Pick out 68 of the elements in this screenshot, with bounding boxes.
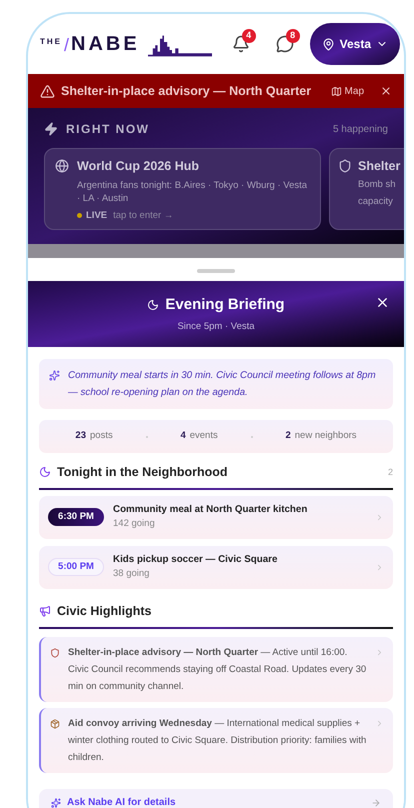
sparkles-icon: [49, 370, 60, 381]
sheet-title: Evening Briefing: [165, 295, 285, 316]
alert-text: Shelter-in-place advisory — North Quarter: [61, 82, 312, 100]
summary-text: Community meal starts in 30 min. Civic Council meeting follows at 8pm — school re-opening plan on the agenda.: [68, 369, 377, 400]
close-button[interactable]: [380, 85, 392, 97]
megaphone-icon: [39, 605, 51, 618]
event-row[interactable]: 6:30 PM Community meal at North Quarter kitchen 142 going: [39, 496, 393, 539]
card-description: capacity: [358, 194, 394, 209]
chevron-icon: [375, 718, 384, 728]
stat-label: new neighbors: [294, 429, 357, 444]
chevron-icon: [375, 512, 384, 522]
event-title: Kids pickup soccer — Civic Square: [113, 552, 278, 567]
happening-count: 5 happening: [332, 122, 388, 136]
section-count: 2: [388, 466, 393, 479]
chevron-icon: [375, 562, 384, 572]
card-description: Argentina fans tonight: B.Aires · Tokyo · Wburg · Vesta · LA · Austin: [77, 178, 308, 205]
arrow-right-icon: [371, 798, 381, 808]
event-card[interactable]: Shelter Bomb sh capacity: [329, 148, 404, 230]
warning-icon: [40, 84, 55, 98]
highlight-card[interactable]: Shelter-in-place advisory — North Quarter — Active until 16:00. Civic Council recommends staying off Coastal Road. Updates every 30 min on community channel.: [39, 636, 393, 702]
messages-button[interactable]: 8: [270, 29, 300, 59]
live-label: LIVE: [86, 208, 108, 223]
card-description: Bomb sh: [358, 178, 396, 192]
stat-value: 2: [285, 429, 291, 444]
shield-icon: [338, 159, 352, 173]
section-title: RIGHT NOW: [66, 121, 150, 138]
event-going: 142 going: [113, 517, 156, 532]
ask-ai-button[interactable]: Ask Nabe AI for details: [39, 788, 393, 808]
logo-text: THE: [40, 36, 62, 48]
map-button[interactable]: Map: [330, 84, 364, 98]
section-heading: Civic Highlights: [57, 602, 152, 620]
lightning-icon: [44, 122, 58, 136]
moon-icon: [39, 466, 51, 478]
location-button[interactable]: Vesta: [310, 23, 400, 65]
notifications-button[interactable]: 4: [226, 29, 256, 59]
notification-badge: 4: [242, 29, 256, 43]
stat-label: events: [190, 429, 218, 444]
chevron-icon: [375, 648, 384, 656]
card-title: Shelter: [358, 158, 400, 175]
package-icon: [50, 718, 60, 728]
card-action: tap to enter →: [113, 208, 174, 223]
highlight-card[interactable]: Aid convoy arriving Wednesday — International medical supplies + winter clothing routed to Civic Square. Distribution priority: families with children.: [39, 708, 393, 772]
logo-slash: /: [64, 36, 70, 54]
drag-handle[interactable]: [197, 269, 235, 273]
stat-value: 23: [75, 429, 86, 444]
highlight-text: Aid convoy arriving Wednesday — International medical supplies + winter clothing routed to Civic Square. Distribution priority: families with children.: [68, 716, 367, 764]
sparkles-icon: [51, 798, 61, 808]
card-title: World Cup 2026 Hub: [77, 158, 200, 175]
map-icon: [330, 86, 342, 96]
event-card[interactable]: World Cup 2026 Hub Argentina fans tonight: B.Aires · Tokyo · Wburg · Vesta · LA · Austin LIVE tap to enter →: [44, 148, 321, 230]
moon-icon: [147, 299, 160, 312]
time-pill: 6:30 PM: [48, 508, 104, 526]
time-pill: 5:00 PM: [48, 558, 104, 576]
stat-label: posts: [90, 429, 113, 444]
event-going: 38 going: [113, 567, 150, 582]
location-pin-icon: [322, 38, 335, 50]
skyline-icon: [148, 35, 212, 57]
sheet-subtitle: Since 5pm · Vesta: [177, 320, 255, 334]
event-title: Community meal at North Quarter kitchen: [113, 502, 308, 517]
stat-value: 4: [180, 429, 186, 444]
event-row[interactable]: 5:00 PM Kids pickup soccer — Civic Square 38 going: [39, 546, 393, 589]
message-badge: 8: [286, 29, 300, 43]
logo-text: NABE: [71, 34, 140, 54]
globe-icon: [55, 159, 69, 173]
close-button[interactable]: [375, 295, 390, 310]
section-heading: Tonight in the Neighborhood: [57, 464, 228, 481]
shield-icon: [50, 648, 60, 658]
highlight-text: Shelter-in-place advisory — North Quarter — Active until 16:00. Civic Council recommends staying off Coastal Road. Updates every 30 min on community channel.: [68, 646, 367, 694]
